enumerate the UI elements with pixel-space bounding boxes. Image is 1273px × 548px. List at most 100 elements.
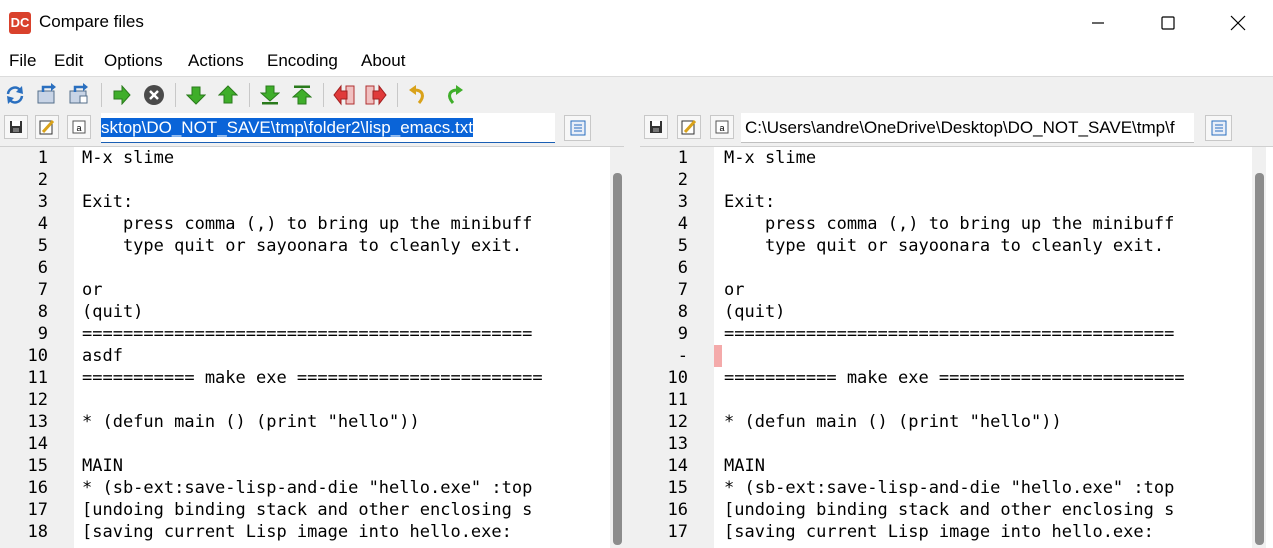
browse-left-button[interactable]	[564, 115, 591, 141]
right-line-numbers: 1 2 3 4 5 6 7 8 9-10 11 12 13 14 15 16 17	[640, 147, 714, 548]
edit-left-button[interactable]	[35, 115, 59, 139]
right-path-bar: a C:\Users\andre\OneDrive\Desktop\DO_NOT…	[640, 112, 1273, 146]
left-code-line[interactable]: ========================================…	[82, 323, 532, 345]
left-code-line[interactable]: press comma (,) to bring up the minibuff	[82, 213, 532, 235]
left-code-line[interactable]: [saving current Lisp image into hello.ex…	[82, 521, 512, 543]
left-text-pane[interactable]: M-x slime Exit: press comma (,) to bring …	[0, 146, 624, 548]
toolbar	[0, 76, 1273, 113]
open-right-icon	[69, 83, 88, 104]
right-line-number: 16	[667, 500, 688, 520]
left-path-input[interactable]: sktop\DO_NOT_SAVE\tmp\folder2\lisp_emacs…	[101, 113, 555, 143]
next-diff-icon	[186, 86, 206, 105]
right-line-number: 10	[667, 368, 688, 388]
menu-file[interactable]: File	[9, 51, 36, 71]
reload-right-button[interactable]	[66, 82, 92, 108]
right-code-line[interactable]: (quit)	[724, 301, 785, 323]
undo-button[interactable]	[405, 82, 431, 108]
left-path-bar: a sktop\DO_NOT_SAVE\tmp\folder2\lisp_ema…	[0, 112, 632, 146]
next-difference-button[interactable]	[183, 82, 209, 108]
left-line-number: 13	[27, 412, 48, 432]
right-line-number: 14	[667, 456, 688, 476]
left-code-line[interactable]: =========== make exe ===================…	[82, 367, 543, 389]
undo-icon	[409, 85, 424, 104]
prev-diff-icon	[218, 85, 238, 104]
right-text-area[interactable]: M-x slime Exit: press comma (,) to bring …	[722, 147, 1246, 548]
left-code-line[interactable]: [undoing binding stack and other enclosi…	[82, 499, 532, 521]
copy-right-icon	[365, 84, 387, 106]
browse-right-button[interactable]	[1205, 115, 1232, 141]
left-line-number: 7	[37, 280, 48, 300]
right-code-line[interactable]: [saving current Lisp image into hello.ex…	[724, 521, 1154, 543]
left-code-line[interactable]: * (defun main () (print "hello"))	[82, 411, 420, 433]
first-difference-button[interactable]	[289, 82, 315, 108]
save-right-button[interactable]	[644, 115, 668, 139]
copy-to-left-button[interactable]	[331, 82, 357, 108]
text-format-icon: a	[715, 120, 729, 134]
right-scrollbar-thumb[interactable]	[1255, 173, 1264, 545]
right-code-line[interactable]: ========================================…	[724, 323, 1174, 345]
menu-encoding[interactable]: Encoding	[267, 51, 338, 71]
left-line-number: 8	[37, 302, 48, 322]
encoding-right-button[interactable]: a	[710, 115, 734, 139]
left-code-line[interactable]: type quit or sayoonara to cleanly exit.	[82, 235, 522, 257]
encoding-left-button[interactable]: a	[67, 115, 91, 139]
left-code-line[interactable]: M-x slime	[82, 147, 174, 169]
maximize-button[interactable]	[1133, 0, 1203, 46]
left-code-line[interactable]: MAIN	[82, 455, 123, 477]
left-code-line[interactable]: (quit)	[82, 301, 143, 323]
next-arrow-icon	[113, 85, 131, 105]
edit-right-button[interactable]	[677, 115, 701, 139]
toolbar-separator	[323, 83, 324, 107]
left-code-line[interactable]: or	[82, 279, 102, 301]
go-button[interactable]	[109, 82, 135, 108]
browse-file-icon	[1211, 120, 1226, 136]
right-code-line[interactable]: * (defun main () (print "hello"))	[724, 411, 1062, 433]
left-scrollbar[interactable]	[610, 147, 624, 548]
last-difference-button[interactable]	[257, 82, 283, 108]
right-code-line[interactable]: type quit or sayoonara to cleanly exit.	[724, 235, 1164, 257]
right-line-number: 8	[677, 302, 688, 322]
reload-left-button[interactable]	[34, 82, 60, 108]
left-code-line[interactable]: * (sb-ext:save-lisp-and-die "hello.exe" …	[82, 477, 532, 499]
minimize-button[interactable]	[1063, 0, 1133, 46]
right-code-line[interactable]: press comma (,) to bring up the minibuff	[724, 213, 1174, 235]
toolbar-separator	[101, 83, 102, 107]
menu-options[interactable]: Options	[104, 51, 163, 71]
previous-difference-button[interactable]	[215, 82, 241, 108]
right-code-line[interactable]: Exit:	[724, 191, 775, 213]
right-code-line[interactable]: * (sb-ext:save-lisp-and-die "hello.exe" …	[724, 477, 1174, 499]
left-line-number: 15	[27, 456, 48, 476]
left-line-numbers: 1 2 3 4 5 6 7 8 9 10 11 12 13 14 15 16 17 18	[0, 147, 74, 548]
minimize-icon	[1092, 22, 1104, 24]
right-path-input[interactable]: C:\Users\andre\OneDrive\Desktop\DO_NOT_S…	[741, 113, 1194, 143]
left-line-number: 6	[37, 258, 48, 278]
right-code-line[interactable]: =========== make exe ===================…	[724, 367, 1185, 389]
stop-icon	[144, 85, 164, 105]
menu-actions[interactable]: Actions	[188, 51, 244, 71]
stop-button[interactable]	[141, 82, 167, 108]
menu-edit[interactable]: Edit	[54, 51, 83, 71]
right-scrollbar[interactable]	[1252, 147, 1266, 548]
right-code-line[interactable]: or	[724, 279, 744, 301]
save-left-button[interactable]	[4, 115, 28, 139]
close-button[interactable]	[1203, 0, 1273, 46]
toolbar-separator	[249, 83, 250, 107]
right-code-line[interactable]: M-x slime	[724, 147, 816, 169]
maximize-icon	[1161, 16, 1175, 30]
left-code-line[interactable]: asdf	[82, 345, 123, 367]
toolbar-separator	[175, 83, 176, 107]
refresh-button[interactable]	[2, 82, 28, 108]
right-code-line[interactable]: MAIN	[724, 455, 765, 477]
browse-file-icon	[570, 120, 585, 136]
left-line-number: 12	[27, 390, 48, 410]
copy-to-right-button[interactable]	[363, 82, 389, 108]
right-line-number: 2	[677, 170, 688, 190]
right-code-line[interactable]: [undoing binding stack and other enclosi…	[724, 499, 1174, 521]
left-text-area[interactable]: M-x slime Exit: press comma (,) to bring …	[74, 147, 604, 548]
left-code-line[interactable]: Exit:	[82, 191, 133, 213]
edit-icon	[681, 119, 697, 135]
menu-about[interactable]: About	[361, 51, 405, 71]
redo-button[interactable]	[441, 82, 467, 108]
left-scrollbar-thumb[interactable]	[613, 173, 622, 545]
right-text-pane[interactable]: M-x slime Exit: press comma (,) to bring …	[640, 146, 1273, 548]
